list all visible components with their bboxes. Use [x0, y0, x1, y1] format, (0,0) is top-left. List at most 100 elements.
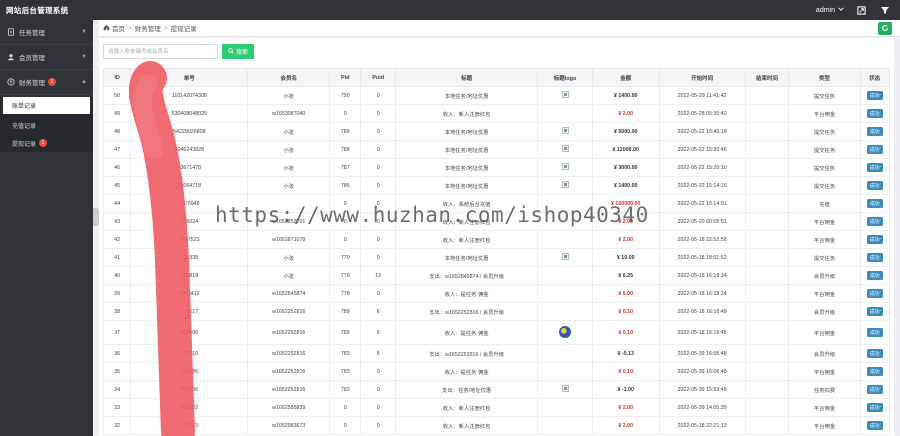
cell-title: 支出：任务/地址优惠 [394, 380, 539, 399]
col-header[interactable]: 结束时间 [744, 68, 790, 87]
status-button[interactable]: 成功 [867, 91, 883, 100]
status-button[interactable]: 成功 [867, 163, 883, 172]
cell-amount: ¥ 1400.00 [591, 176, 660, 195]
status-button[interactable]: 成功 [867, 109, 883, 118]
cell-no: 272923 [130, 416, 249, 435]
app-title: 网站后台管理系统 [6, 5, 69, 15]
sidebar-item-recharge[interactable]: 充值记录 [0, 116, 93, 134]
status-button[interactable]: 成功 [867, 289, 883, 298]
cell-pid: 783 [329, 380, 362, 399]
broken-image-icon [561, 91, 569, 98]
cell-puid: 0 [360, 176, 396, 195]
breadcrumb-home[interactable]: 首页 [112, 23, 125, 33]
cell-end [744, 140, 790, 159]
cell-status: 成功 [859, 194, 891, 213]
cell-pid: 0 [329, 212, 362, 231]
sidebar-group-finance[interactable]: 财务管理 1 ▲ [0, 70, 93, 95]
sidebar-group-members[interactable]: 会员管理 ▼ [0, 45, 93, 70]
cell-amount: ¥ 10.00 [591, 248, 660, 267]
status-button[interactable]: 成功 [867, 328, 883, 337]
status-button[interactable]: 成功 [867, 349, 883, 358]
cell-puid: 0 [360, 230, 396, 249]
cell-no: 03671478 [130, 158, 249, 177]
sidebar-group-tasks[interactable]: 任务管理 ▼ [0, 20, 93, 45]
fullscreen-icon[interactable] [854, 3, 868, 17]
cell-end [744, 320, 790, 345]
cell-no: 0087523 [130, 230, 249, 249]
cell-amount: ¥ 0.10 [591, 320, 660, 345]
cell-pid: 786 [329, 176, 362, 195]
cell-start: 2022-05-18 16:18:34 [658, 266, 746, 285]
cell-status: 成功 [859, 302, 891, 321]
cell-type: 会员升级 [788, 302, 861, 321]
status-button[interactable]: 成功 [867, 181, 883, 190]
cell-member: 小张 [247, 86, 331, 105]
cell-title: 收入：系统后台充值 [394, 194, 539, 213]
cell-pid: 0 [329, 416, 362, 435]
status-button[interactable]: 成功 [867, 385, 883, 394]
cell-no: 502406 [130, 320, 249, 345]
cell-pid: 0 [329, 398, 362, 417]
cell-status: 成功 [859, 248, 891, 267]
status-button[interactable]: 成功 [867, 253, 883, 262]
cell-no: 800236 [130, 380, 249, 399]
status-button[interactable]: 成功 [867, 307, 883, 316]
col-header[interactable]: 类型 [788, 68, 861, 87]
cell-puid: 0 [360, 362, 396, 381]
search-input[interactable] [103, 44, 218, 59]
col-header[interactable]: 状态 [859, 68, 891, 87]
cell-amount: ¥ 2.00 [591, 212, 660, 231]
cell-type: 平台佣金 [788, 320, 861, 345]
theme-icon[interactable] [878, 3, 892, 17]
status-button[interactable]: 成功 [867, 367, 883, 376]
status-button[interactable]: 成功 [867, 199, 883, 208]
chevron-left-icon: ‹ [95, 214, 97, 220]
cell-puid: 6 [360, 302, 396, 321]
broken-image-icon [561, 385, 569, 392]
col-header[interactable]: 标题logo [537, 68, 593, 87]
cell-member: w1652871078 [247, 230, 331, 249]
status-button[interactable]: 成功 [867, 421, 883, 430]
cell-pid: 779 [329, 266, 362, 285]
cell-start: 2022-05-22 15:14:01 [658, 194, 746, 213]
cell-status: 成功 [859, 158, 891, 177]
col-header[interactable]: 会员名 [247, 68, 331, 87]
cell-status: 成功 [859, 380, 891, 399]
sidebar-group-label: 会员管理 [19, 55, 45, 62]
status-button[interactable]: 成功 [867, 145, 883, 154]
cell-logo [537, 158, 593, 177]
status-button[interactable]: 成功 [867, 403, 883, 412]
cell-amount: ¥ 5.00 [591, 284, 660, 303]
cell-puid: 0 [360, 416, 396, 435]
cell-logo [537, 344, 593, 363]
cell-type: 充值 [788, 194, 861, 213]
col-header[interactable]: ID [102, 68, 132, 87]
cell-no: 025024 [130, 212, 249, 231]
notification-badge: 1 [39, 139, 47, 147]
refresh-button[interactable] [878, 22, 892, 35]
cell-member: w1652845874 [247, 284, 331, 303]
status-button[interactable]: 成功 [867, 217, 883, 226]
user-menu[interactable]: admin [816, 6, 844, 14]
table-row: 40 760818 小张 779 12 支出：w1652845874 / 会员升级 ¥ 6.… [102, 266, 891, 285]
col-header[interactable]: 标题 [394, 68, 539, 87]
status-button[interactable]: 成功 [867, 235, 883, 244]
col-header[interactable]: 金额 [591, 68, 660, 87]
sidebar-item-bills[interactable]: 账单记录 [3, 97, 90, 114]
col-header[interactable]: 单号 [130, 68, 249, 87]
cell-logo [537, 122, 593, 141]
status-button[interactable]: 成功 [867, 271, 883, 280]
col-header[interactable]: Pid [329, 68, 362, 87]
breadcrumb-section[interactable]: 财务管理 [135, 23, 161, 33]
cell-logo [537, 104, 593, 123]
col-header[interactable]: Puid [360, 68, 396, 87]
cell-member: w1653087040 [247, 104, 331, 123]
cell-logo [537, 398, 593, 417]
cell-puid: 0 [360, 158, 396, 177]
cell-start: 2022-05-39 15:53:48 [658, 380, 746, 399]
col-header[interactable]: 开始时间 [658, 68, 746, 87]
search-button[interactable]: 搜索 [222, 44, 255, 59]
status-button[interactable]: 成功 [867, 127, 883, 136]
sidebar-item-withdraw[interactable]: 提现记录 1 [0, 134, 93, 152]
cell-member: w1652252816 [247, 344, 331, 363]
